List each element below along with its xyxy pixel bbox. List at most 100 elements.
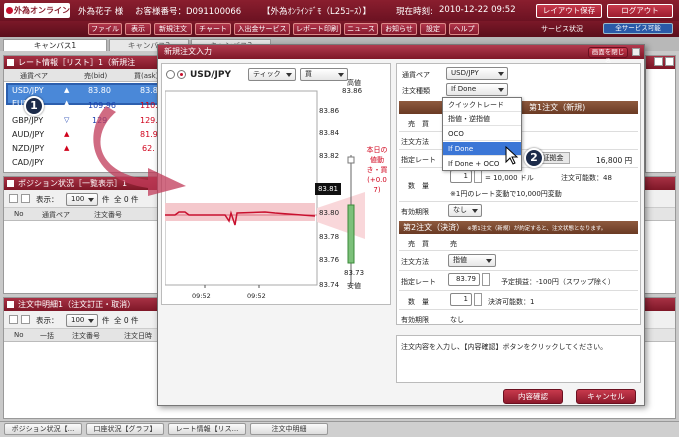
confirm-button[interactable]: 内容確認 xyxy=(503,389,563,404)
order-type-select[interactable]: If Done xyxy=(446,83,508,96)
uncheck-all-icon[interactable] xyxy=(21,315,30,324)
menu-report[interactable]: レポート印刷 xyxy=(293,23,341,35)
chevron-down-icon xyxy=(486,259,492,263)
tab-canvas-1[interactable]: キャンバス1 xyxy=(3,39,107,51)
message-box: 注文内容を入力し、【内容確認】ボタンをクリックしてください。 xyxy=(396,335,641,383)
y-tick: 83.86 xyxy=(319,107,340,115)
pair-select[interactable]: USD/JPY xyxy=(446,67,508,80)
menu-chart[interactable]: チャート xyxy=(195,23,231,35)
col-bid: 売(bid) xyxy=(84,72,108,80)
total-count: 全 0 件 xyxy=(114,316,139,325)
section2-title: 第2注文（決済） xyxy=(403,223,465,232)
s2-qty-input[interactable]: 1 xyxy=(450,293,472,306)
section1-title: 第1注文（新規) xyxy=(529,103,586,112)
layout-save-button[interactable]: レイアウト保存 xyxy=(536,4,602,18)
tick-select-value: ティック xyxy=(253,70,281,78)
y-tick: 83.84 xyxy=(319,129,340,137)
callout-badge-1: 1 xyxy=(24,96,44,116)
close-icon[interactable] xyxy=(665,57,674,66)
y-tick: 83.80 xyxy=(319,209,340,217)
callout-badge-2: 2 xyxy=(524,148,544,168)
rate-ask[interactable]: 83.8 xyxy=(140,86,158,95)
uncheck-all-icon[interactable] xyxy=(21,194,30,203)
rate-column-header: 通貨ペア 売(bid) 買(ask) xyxy=(4,69,172,82)
dropdown-option[interactable]: 指値・逆指値 xyxy=(443,112,521,126)
buy-sell-label: 売 買 xyxy=(408,120,429,128)
s2-orderable-count: 決済可能数：1 xyxy=(488,298,535,306)
menu-news[interactable]: ニュース xyxy=(344,23,378,35)
menu-notice[interactable]: お知らせ xyxy=(381,23,417,35)
menu-deposit[interactable]: 入出金サービス xyxy=(234,23,290,35)
tick-select[interactable]: ティック xyxy=(248,68,296,81)
high-marker xyxy=(347,156,355,164)
dialog-title: 新規注文入力 xyxy=(164,47,212,56)
minimize-icon[interactable] xyxy=(654,57,663,66)
s2-price-input[interactable]: 83.79 xyxy=(448,273,480,286)
rate-change-note: ※1円のレート変動で10,000円変動 xyxy=(450,190,562,198)
taskbar-item[interactable]: 口座状況【グラフ】 xyxy=(86,423,164,435)
up-arrow-icon: ▲ xyxy=(64,86,70,94)
y-tick: 83.78 xyxy=(319,233,340,241)
cancel-button[interactable]: キャンセル xyxy=(576,389,636,404)
side-select[interactable]: 買 xyxy=(300,68,348,81)
qty-stepper[interactable] xyxy=(474,170,482,183)
s2-method-label: 注文方法 xyxy=(401,258,429,266)
panel-menu-icon[interactable] xyxy=(7,59,14,66)
dropdown-option[interactable]: クイックトレード xyxy=(443,98,521,112)
check-all-icon[interactable] xyxy=(9,315,18,324)
logo: 外為オンライン xyxy=(4,3,70,18)
s2-method-value: 指値 xyxy=(453,256,467,264)
chevron-down-icon xyxy=(498,72,504,76)
logo-mark-icon xyxy=(6,7,13,14)
display-count-select[interactable]: 100 xyxy=(66,314,98,327)
menu-help[interactable]: ヘルプ xyxy=(449,23,479,35)
taskbar-item[interactable]: 注文中明細 xyxy=(250,423,328,435)
s2-buy-sell-label: 売 買 xyxy=(408,240,429,248)
menu-settings[interactable]: 設定 xyxy=(420,23,446,35)
menu-new-order[interactable]: 新規注文 xyxy=(154,23,192,35)
up-arrow-icon: ▲ xyxy=(64,144,70,152)
expiry-select[interactable]: なし xyxy=(448,204,482,217)
close-icon[interactable] xyxy=(632,48,640,56)
s2-expected-profit: 予定損益：-100円（スワップ除く） xyxy=(501,278,615,286)
s2-qty-label: 数 量 xyxy=(408,298,429,306)
menu-file[interactable]: ファイル xyxy=(88,23,122,35)
chevron-down-icon xyxy=(88,319,94,323)
s2-qty-stepper[interactable] xyxy=(474,293,482,306)
instruction-message: 注文内容を入力し、【内容確認】ボタンをクリックしてください。 xyxy=(401,343,608,351)
menu-view[interactable]: 表示 xyxy=(125,23,151,35)
count-unit: 件 xyxy=(102,316,110,325)
qty-input[interactable]: 1 xyxy=(450,170,472,183)
pair-select-value: USD/JPY xyxy=(451,69,479,77)
high-value: 83.86 xyxy=(342,87,363,95)
rate-pair: NZD/JPY xyxy=(12,144,45,153)
current-time: 2010-12-22 09:52 xyxy=(439,5,516,15)
taskbar-item[interactable]: レート情報【リス... xyxy=(168,423,246,435)
rate-bid[interactable]: 83.80 xyxy=(88,86,111,95)
rate-row[interactable]: USD/JPY ▲ 83.80 83.8 xyxy=(4,84,172,97)
logout-button[interactable]: ログアウト xyxy=(607,4,673,18)
close-dialog-button[interactable]: 画面を閉じる xyxy=(588,47,628,65)
col-ask: 買(ask) xyxy=(134,72,159,80)
rate-pair: GBP/JPY xyxy=(12,116,44,125)
panel-menu-icon[interactable] xyxy=(7,301,14,308)
check-all-icon[interactable] xyxy=(9,194,18,203)
s2-expiry-value: なし xyxy=(450,316,464,324)
qty-calc: = 10,000 ドル xyxy=(485,174,534,182)
x-tick: 09:52 xyxy=(247,292,266,300)
panel-menu-icon[interactable] xyxy=(7,180,14,187)
s2-method-select[interactable]: 指値 xyxy=(448,254,496,267)
col-order-no: 注文番号 xyxy=(94,211,122,219)
col-order-date: 注文日時 xyxy=(124,332,152,340)
rate-pair: AUD/JPY xyxy=(12,130,45,139)
logo-text: 外為オンライン xyxy=(14,6,70,15)
dropdown-option[interactable]: OCO xyxy=(443,127,521,141)
divider xyxy=(399,270,638,271)
y-tick: 83.82 xyxy=(319,152,340,160)
display-label: 表示： xyxy=(36,316,59,325)
price-range-band xyxy=(165,203,315,221)
x-tick: 09:52 xyxy=(192,292,211,300)
taskbar-item[interactable]: ポジション状況【... xyxy=(4,423,82,435)
order-panel-title: 注文中明細1（注文訂正・取消） xyxy=(18,300,136,309)
s2-price-stepper[interactable] xyxy=(482,273,490,286)
